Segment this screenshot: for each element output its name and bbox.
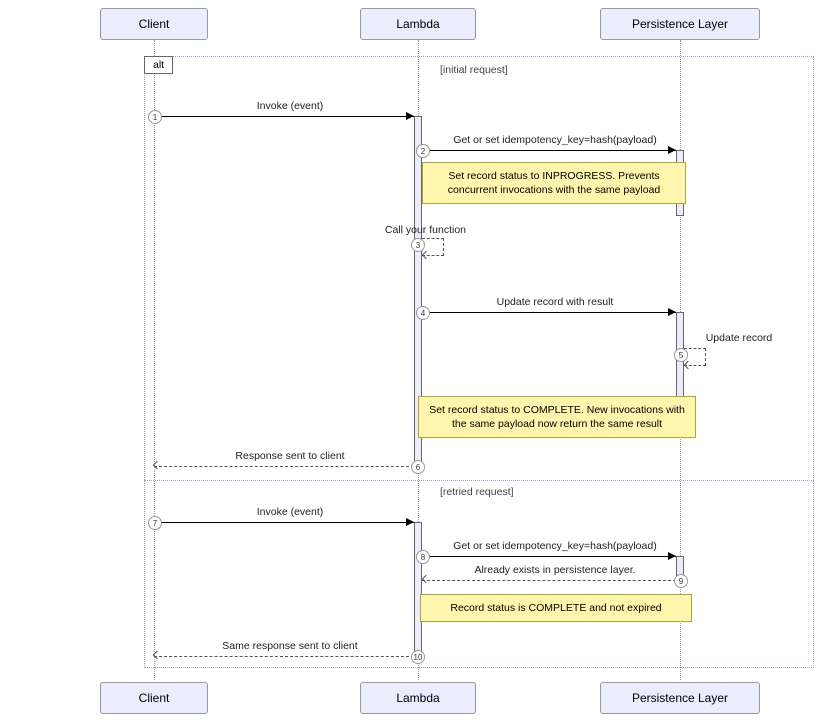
arrow-head-1 [406,112,414,120]
activation-lambda-2 [414,522,422,658]
note-inprogress: Set record status to INPROGRESS. Prevent… [422,162,686,204]
msg-label-8: Get or set idempotency_key=hash(payload) [440,540,670,552]
seq-8: 8 [416,550,430,564]
seq-10: 10 [411,650,425,664]
participant-label: Lambda [396,17,439,31]
note-not-expired: Record status is COMPLETE and not expire… [420,594,692,622]
msg-label-1: Invoke (event) [210,100,370,112]
participant-lambda-top: Lambda [360,8,476,40]
alt-divider [144,480,814,481]
alt-label-text: alt [153,59,164,71]
participant-label: Persistence Layer [632,17,728,31]
participant-label: Lambda [396,691,439,705]
note-complete: Set record status to COMPLETE. New invoc… [418,396,696,438]
seq-2: 2 [416,144,430,158]
note-text: Set record status to INPROGRESS. Prevent… [448,170,660,196]
msg-label-5: Update record [694,332,784,344]
msg-label-3: Call your function [346,224,466,236]
msg-label-2: Get or set idempotency_key=hash(payload) [440,134,670,146]
msg-label-10: Same response sent to client [190,640,390,652]
arrow-4 [422,312,676,313]
seq-4: 4 [416,306,430,320]
arrow-head-7 [406,518,414,526]
seq-9: 9 [674,574,688,588]
seq-7: 7 [148,516,162,530]
seq-3: 3 [411,238,425,252]
arrow-8 [422,556,676,557]
participant-label: Client [139,691,170,705]
participant-client-bottom: Client [100,682,208,714]
seq-6: 6 [411,460,425,474]
msg-label-6: Response sent to client [200,450,380,462]
seq-5: 5 [674,348,688,362]
arrow-head-2 [668,146,676,154]
msg-label-7: Invoke (event) [210,506,370,518]
participant-lambda-bottom: Lambda [360,682,476,714]
arrow-head-8 [668,552,676,560]
arrow-10 [154,656,414,657]
arrow-7 [154,522,414,523]
msg-label-9: Already exists in persistence layer. [450,564,660,576]
participant-persistence-top: Persistence Layer [600,8,760,40]
note-text: Set record status to COMPLETE. New invoc… [429,404,685,430]
participant-persistence-bottom: Persistence Layer [600,682,760,714]
seq-1: 1 [148,110,162,124]
participant-label: Persistence Layer [632,691,728,705]
note-text: Record status is COMPLETE and not expire… [450,602,661,614]
arrow-1 [154,116,414,117]
arrow-6 [154,466,414,467]
msg-label-4: Update record with result [475,296,635,308]
participant-client-top: Client [100,8,208,40]
arrow-head-4 [668,308,676,316]
arrow-2 [422,150,676,151]
alt-cond-retried: [retried request] [440,486,514,498]
alt-cond-initial: [initial request] [440,64,508,76]
arrow-9 [422,580,676,581]
alt-frame [144,56,814,668]
participant-label: Client [139,17,170,31]
alt-label: alt [144,56,173,74]
